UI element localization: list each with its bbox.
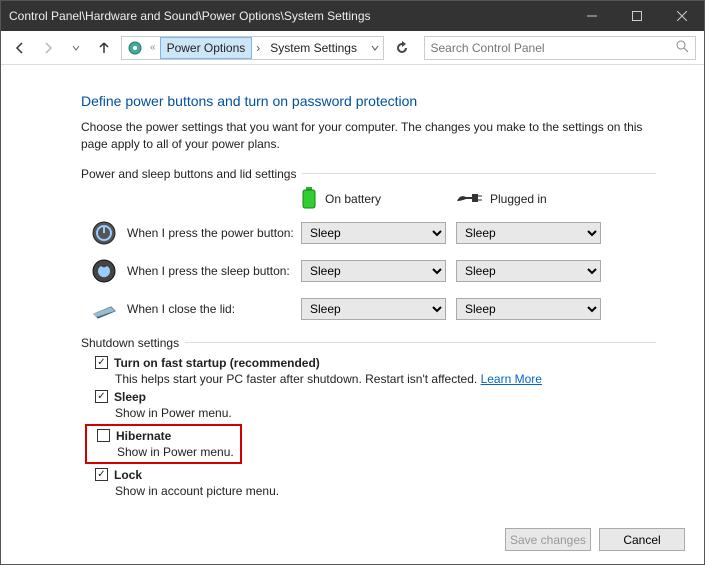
- window-controls: [569, 1, 704, 31]
- titlebar: Control Panel\Hardware and Sound\Power O…: [1, 1, 704, 31]
- fast-startup-label: Turn on fast startup (recommended): [114, 356, 320, 370]
- sleep-plugged-select[interactable]: Sleep: [456, 260, 601, 282]
- option-lock: Lock Show in account picture menu.: [95, 468, 656, 498]
- hibernate-sub: Show in Power menu.: [117, 445, 234, 459]
- section-power-sleep: Power and sleep buttons and lid settings: [81, 167, 656, 181]
- maximize-button[interactable]: [614, 1, 659, 31]
- lock-sub: Show in account picture menu.: [115, 484, 656, 498]
- page-description: Choose the power settings that you want …: [81, 119, 656, 153]
- col-battery: On battery: [301, 187, 446, 212]
- refresh-button[interactable]: [390, 36, 414, 60]
- fast-startup-sub: This helps start your PC faster after sh…: [115, 372, 656, 386]
- breadcrumb-prefix: «: [146, 42, 160, 53]
- breadcrumb-parent-label: Power Options: [167, 41, 246, 55]
- row-power-label: When I press the power button:: [127, 226, 294, 240]
- breadcrumb-current-label: System Settings: [270, 41, 357, 55]
- chevron-right-icon[interactable]: ›: [252, 41, 264, 55]
- section-power-sleep-label: Power and sleep buttons and lid settings: [81, 167, 296, 181]
- control-panel-icon: [126, 39, 144, 57]
- power-battery-select[interactable]: Sleep: [301, 222, 446, 244]
- recent-dropdown[interactable]: [65, 37, 87, 59]
- row-power-button: When I press the power button: Sleep Sle…: [91, 220, 656, 246]
- lid-plugged-select[interactable]: Sleep: [456, 298, 601, 320]
- lock-checkbox[interactable]: [95, 468, 108, 481]
- page-heading: Define power buttons and turn on passwor…: [81, 93, 656, 109]
- sleep-button-icon: [91, 258, 117, 284]
- section-shutdown-label: Shutdown settings: [81, 336, 179, 350]
- up-button[interactable]: [93, 37, 115, 59]
- back-button[interactable]: [9, 37, 31, 59]
- navbar: « Power Options › System Settings: [1, 31, 704, 65]
- lid-battery-select[interactable]: Sleep: [301, 298, 446, 320]
- learn-more-link[interactable]: Learn More: [481, 372, 542, 386]
- search-box[interactable]: [424, 36, 697, 60]
- col-battery-label: On battery: [325, 192, 381, 206]
- breadcrumb[interactable]: « Power Options › System Settings: [121, 36, 384, 60]
- power-plugged-select[interactable]: Sleep: [456, 222, 601, 244]
- sleep-checkbox[interactable]: [95, 390, 108, 403]
- close-button[interactable]: [659, 1, 704, 31]
- content-panel: Define power buttons and turn on passwor…: [1, 65, 704, 498]
- col-plugged: Plugged in: [456, 187, 601, 212]
- fast-startup-checkbox[interactable]: [95, 356, 108, 369]
- row-lid-label: When I close the lid:: [127, 302, 235, 316]
- option-fast-startup: Turn on fast startup (recommended) This …: [95, 356, 656, 386]
- column-headers: On battery Plugged in: [301, 187, 656, 212]
- breadcrumb-parent[interactable]: Power Options: [160, 37, 253, 59]
- footer-buttons: Save changes Cancel: [505, 528, 685, 551]
- sleep-sub: Show in Power menu.: [115, 406, 656, 420]
- hibernate-highlight: Hibernate Show in Power menu.: [85, 424, 242, 464]
- battery-icon: [301, 187, 317, 212]
- search-input[interactable]: [431, 41, 677, 55]
- power-grid: On battery Plugged in When I press the p…: [91, 187, 656, 322]
- hibernate-label: Hibernate: [116, 429, 171, 443]
- minimize-button[interactable]: [569, 1, 614, 31]
- row-sleep-label: When I press the sleep button:: [127, 264, 290, 278]
- option-sleep: Sleep Show in Power menu.: [95, 390, 656, 420]
- col-plugged-label: Plugged in: [490, 192, 547, 206]
- section-shutdown: Shutdown settings: [81, 336, 656, 350]
- laptop-lid-icon: [91, 296, 117, 322]
- breadcrumb-current[interactable]: System Settings: [264, 37, 363, 59]
- save-button[interactable]: Save changes: [505, 528, 591, 551]
- row-sleep-button: When I press the sleep button: Sleep Sle…: [91, 258, 656, 284]
- plug-icon: [456, 191, 482, 208]
- search-icon: [676, 40, 689, 56]
- breadcrumb-drop-icon[interactable]: [367, 41, 383, 55]
- sleep-battery-select[interactable]: Sleep: [301, 260, 446, 282]
- cancel-button[interactable]: Cancel: [599, 528, 685, 551]
- forward-button[interactable]: [37, 37, 59, 59]
- power-button-icon: [91, 220, 117, 246]
- lock-label: Lock: [114, 468, 142, 482]
- hibernate-checkbox[interactable]: [97, 429, 110, 442]
- row-close-lid: When I close the lid: Sleep Sleep: [91, 296, 656, 322]
- sleep-label: Sleep: [114, 390, 146, 404]
- window-title: Control Panel\Hardware and Sound\Power O…: [9, 9, 569, 23]
